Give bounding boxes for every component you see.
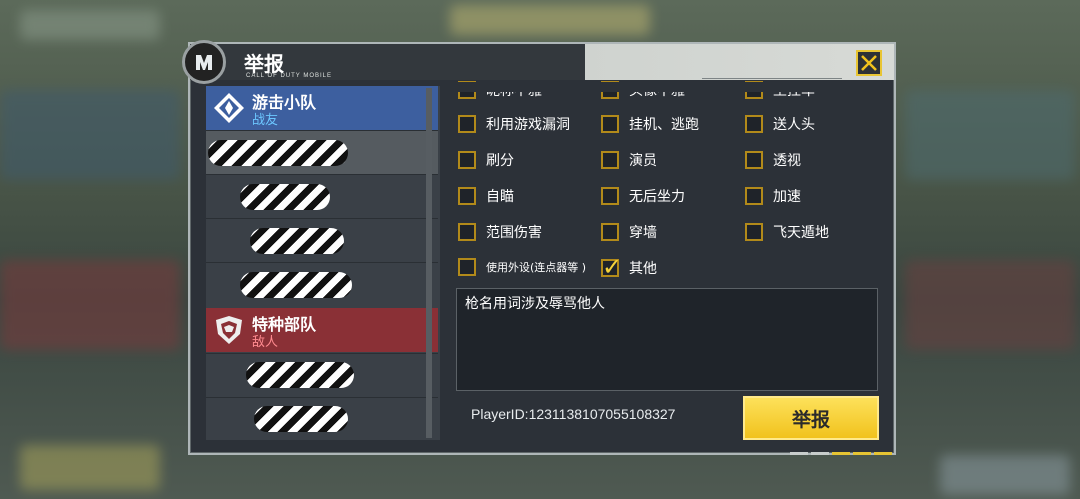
option-label: 飞天遁地 (773, 225, 829, 241)
checkbox[interactable] (458, 258, 476, 276)
player-row[interactable] (206, 174, 438, 218)
option-speedhack[interactable]: 加速 (745, 186, 801, 206)
team-header-enemy: 特种部队 敌人 (206, 308, 438, 352)
submit-report-button[interactable]: 举报 (743, 396, 879, 440)
option-noclip[interactable]: 穿墙 (601, 222, 657, 242)
option-label: 无后坐力 (629, 189, 685, 205)
redacted-player-name (254, 406, 348, 432)
redacted-player-name (240, 184, 330, 210)
redacted-player-name (240, 272, 352, 298)
player-list[interactable]: 游击小队 战友 特种部队 敌人 (206, 86, 440, 440)
player-row[interactable] (206, 130, 438, 174)
page-indicator (790, 452, 892, 455)
option-flying[interactable]: 飞天遁地 (745, 222, 829, 242)
option-label: 送人头 (773, 117, 815, 133)
option-label: 刷分 (486, 153, 514, 169)
redacted-player-name (208, 140, 348, 166)
option-exploit[interactable]: 利用游戏漏洞 (458, 114, 570, 134)
option-aimbot[interactable]: 自瞄 (458, 186, 514, 206)
checkbox[interactable] (745, 223, 763, 241)
option-label: 范围伤害 (486, 225, 542, 241)
background-blur (0, 90, 180, 180)
checkbox[interactable] (458, 223, 476, 241)
team-role: 敌人 (252, 335, 279, 350)
checkbox[interactable] (458, 151, 476, 169)
option-label: 加速 (773, 189, 801, 205)
option-feeding[interactable]: 送人头 (745, 114, 815, 134)
checkbox[interactable] (745, 115, 763, 133)
background-blur (450, 5, 650, 35)
player-row[interactable] (206, 218, 438, 262)
close-x-icon (861, 55, 877, 71)
checkbox[interactable] (458, 187, 476, 205)
option-peripheral[interactable]: 使用外设(连点器等 ) (458, 258, 586, 276)
player-row[interactable] (206, 262, 438, 306)
checkbox[interactable] (458, 115, 476, 133)
option-other[interactable]: ✓ 其他 (601, 253, 657, 281)
checkbox[interactable] (601, 151, 619, 169)
option-label: 使用外设(连点器等 ) (486, 261, 587, 274)
guerrilla-emblem-icon (214, 93, 244, 123)
player-list-scrollbar[interactable] (426, 88, 432, 438)
checkbox-checked[interactable]: ✓ (601, 253, 622, 281)
checkbox[interactable] (601, 115, 619, 133)
redacted-player-name (246, 362, 354, 388)
option-label: 挂机、逃跑 (629, 117, 699, 133)
player-row[interactable] (206, 353, 438, 397)
special-forces-emblem-icon (216, 316, 242, 344)
background-blur (940, 455, 1070, 495)
option-label: 其他 (629, 261, 657, 277)
option-afk[interactable]: 挂机、逃跑 (601, 114, 699, 134)
background-blur (0, 260, 180, 350)
report-description-input[interactable]: 枪名用词涉及辱骂他人 (456, 288, 878, 391)
cod-logo-icon (182, 40, 226, 84)
redacted-player-name (250, 228, 344, 254)
option-norecoil[interactable]: 无后坐力 (601, 186, 685, 206)
option-aoe[interactable]: 范围伤害 (458, 222, 542, 242)
team-header-ally: 游击小队 战友 (206, 86, 438, 130)
background-blur (905, 90, 1075, 180)
team-role: 战友 (252, 113, 279, 128)
option-actor[interactable]: 演员 (601, 150, 657, 170)
checkbox[interactable] (745, 151, 763, 169)
background-blur (905, 260, 1075, 350)
checkbox[interactable] (601, 223, 619, 241)
option-label: 透视 (773, 153, 801, 169)
option-label: 穿墙 (629, 225, 657, 241)
option-wallhack[interactable]: 透视 (745, 150, 801, 170)
report-dialog: 举报 CALL OF DUTY MOBILE 游击小队 战友 特种部队 敌人 利… (182, 40, 896, 455)
game-subtitle: CALL OF DUTY MOBILE (246, 73, 333, 79)
option-label: 利用游戏漏洞 (486, 117, 570, 133)
option-label: 演员 (629, 153, 657, 169)
background-blur (20, 10, 160, 40)
checkbox[interactable] (745, 187, 763, 205)
checkbox[interactable] (601, 187, 619, 205)
player-row[interactable] (206, 397, 438, 440)
option-boosting[interactable]: 刷分 (458, 150, 514, 170)
checkmark-icon: ✓ (602, 253, 623, 281)
option-label: 自瞄 (486, 189, 514, 205)
background-blur (20, 445, 160, 490)
close-button[interactable] (856, 50, 882, 76)
player-id: PlayerID:1231138107055108327 (471, 406, 676, 422)
